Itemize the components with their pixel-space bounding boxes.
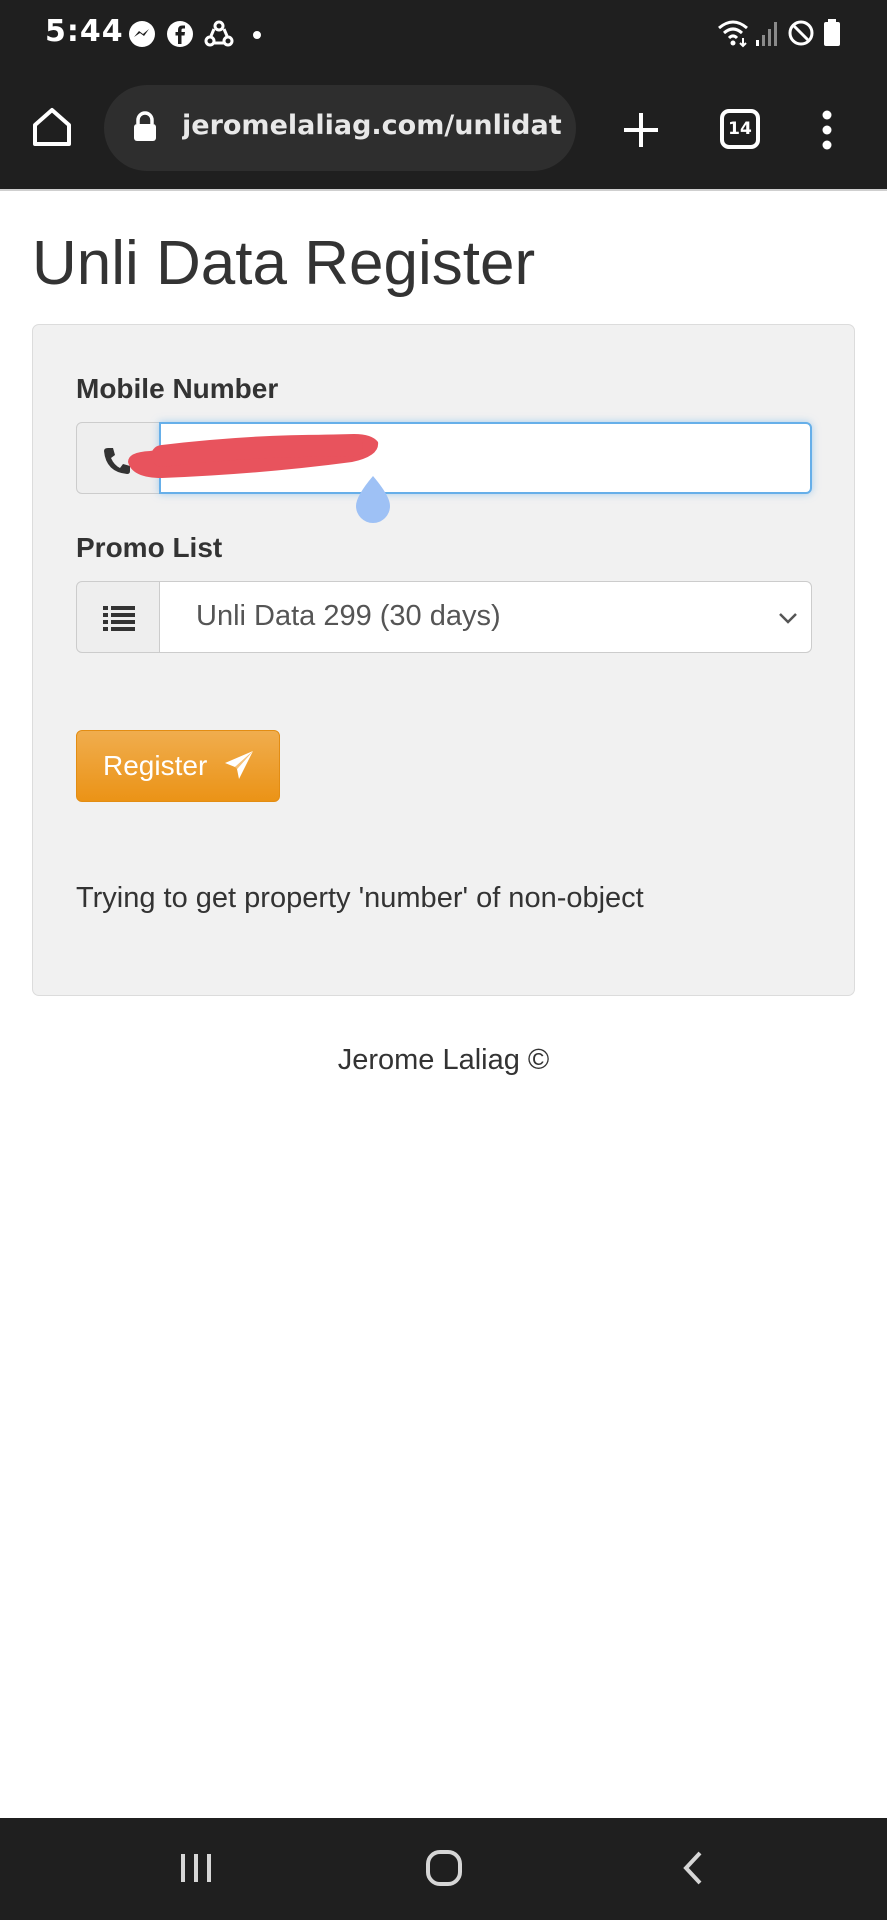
paper-plane-icon — [225, 751, 253, 779]
mobile-number-label: Mobile Number — [76, 373, 279, 404]
lock-icon — [134, 111, 156, 141]
address-bar[interactable]: jeromelaliag.com/unlidata — [104, 85, 576, 171]
browser-toolbar: jeromelaliag.com/unlidata 14 — [0, 68, 887, 190]
list-icon — [103, 606, 135, 631]
register-button-label: Register — [103, 750, 208, 781]
more-menu-icon[interactable] — [820, 108, 834, 152]
error-message: Trying to get property 'number' of non-o… — [76, 882, 644, 914]
new-tab-icon[interactable] — [620, 109, 662, 151]
page-title: Unli Data Register — [32, 229, 536, 298]
chevron-down-icon — [779, 613, 797, 624]
status-bar: 5:44 — [0, 0, 887, 68]
url-text[interactable]: jeromelaliag.com/unlidata — [182, 110, 562, 141]
text-cursor-handle[interactable] — [350, 472, 396, 528]
signal-icon — [756, 22, 777, 46]
back-icon[interactable] — [678, 1848, 708, 1888]
list-addon — [76, 581, 160, 653]
toolbar-divider — [0, 189, 887, 191]
promo-select[interactable]: Unli Data 299 (30 days) — [159, 581, 812, 653]
navigation-bar — [0, 1818, 887, 1920]
home-icon[interactable] — [30, 105, 74, 149]
wifi-icon — [718, 20, 748, 48]
facebook-icon — [167, 21, 193, 47]
messenger-icon — [129, 21, 155, 47]
sync-icon — [204, 20, 234, 47]
redaction-scribble — [128, 434, 379, 478]
do-not-disturb-icon — [788, 20, 814, 46]
home-nav-icon[interactable] — [424, 1848, 464, 1888]
recent-apps-icon[interactable] — [178, 1848, 214, 1888]
promo-input-group: Unli Data 299 (30 days) — [76, 581, 812, 653]
tab-switcher-button[interactable]: 14 — [720, 109, 760, 149]
battery-icon — [824, 19, 840, 46]
promo-list-label: Promo List — [76, 532, 223, 563]
dot-icon — [253, 31, 261, 39]
status-time: 5:44 — [45, 14, 124, 49]
register-button[interactable]: Register — [76, 730, 280, 802]
promo-selected-value: Unli Data 299 (30 days) — [196, 600, 501, 632]
footer-credit: Jerome Laliag © — [337, 1044, 550, 1076]
